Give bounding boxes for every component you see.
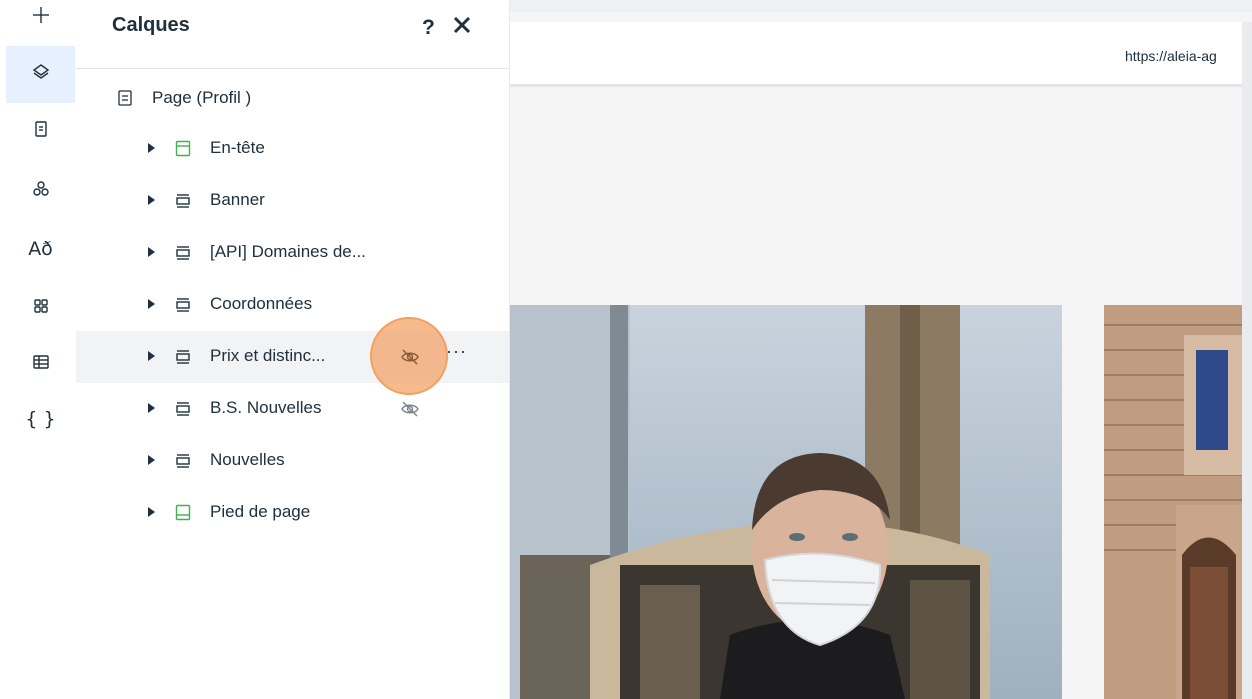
app-market-button[interactable] (6, 285, 75, 331)
layer-label: Coordonnées (210, 294, 313, 313)
layers-button[interactable] (6, 46, 75, 103)
section-icon (175, 192, 191, 209)
expand-arrow-icon[interactable] (148, 195, 155, 205)
building-photo[interactable] (1104, 305, 1242, 699)
site-url: https://aleia-ag (1125, 48, 1217, 64)
table-icon (31, 352, 51, 377)
layers-panel: Calques ? Page (Profil ) En-tête Banner … (76, 0, 510, 699)
building-photo-illustration (1104, 305, 1242, 699)
dev-mode-button[interactable]: { } (6, 396, 75, 442)
layer-label: [API] Domaines de... (210, 242, 366, 261)
canvas-top-strip (510, 0, 1252, 12)
section-icon (175, 296, 191, 313)
expand-arrow-icon[interactable] (148, 507, 155, 517)
section-icon (175, 244, 191, 261)
add-icon (31, 5, 51, 30)
layer-row-en-tete[interactable]: En-tête (76, 123, 509, 175)
panel-title: Calques (112, 14, 190, 36)
canvas-scroll-edge (1242, 22, 1252, 699)
layer-row-coordonnees[interactable]: Coordonnées (76, 279, 509, 331)
layer-row-api-domaines[interactable]: [API] Domaines de... (76, 227, 509, 279)
layers-icon (31, 62, 51, 87)
help-button[interactable]: ? (422, 16, 435, 40)
editor-canvas[interactable]: https://aleia-ag (510, 0, 1252, 699)
code-icon: { } (25, 408, 56, 430)
layer-row-bs-nouvelles[interactable]: B.S. Nouvelles (76, 383, 509, 435)
layer-row-banner[interactable]: Banner (76, 175, 509, 227)
tool-rail: Að { } (0, 0, 77, 699)
expand-arrow-icon[interactable] (148, 351, 155, 361)
layer-label: En-tête (210, 138, 265, 157)
page-icon (31, 119, 51, 144)
cms-button[interactable] (6, 341, 75, 387)
add-elements-button[interactable] (6, 0, 75, 40)
theme-button[interactable]: Að (6, 226, 75, 272)
close-button[interactable] (451, 14, 477, 40)
layer-label: B.S. Nouvelles (210, 398, 322, 417)
section-icon (175, 400, 191, 417)
close-icon (453, 16, 471, 34)
header-section-icon (175, 140, 191, 157)
expand-arrow-icon[interactable] (148, 247, 155, 257)
expand-arrow-icon[interactable] (148, 455, 155, 465)
person-photo[interactable] (510, 305, 1062, 699)
layer-label: Pied de page (210, 502, 311, 521)
page-layer-row[interactable]: Page (Profil ) (76, 74, 509, 122)
layer-label: Nouvelles (210, 450, 285, 469)
page-layer-label: Page (Profil ) (152, 88, 252, 107)
footer-section-icon (175, 504, 191, 521)
person-photo-illustration (510, 305, 1062, 699)
expand-arrow-icon[interactable] (148, 299, 155, 309)
eye-hidden-icon[interactable] (400, 347, 422, 367)
expand-arrow-icon[interactable] (148, 403, 155, 413)
page-icon (118, 90, 132, 106)
section-icon (175, 452, 191, 469)
pages-button[interactable] (6, 108, 75, 154)
site-url-bar: https://aleia-ag (510, 22, 1242, 87)
more-options-icon[interactable]: ··· (446, 341, 467, 362)
layer-row-prix-et-distinctions[interactable]: Prix et distinc... ··· (76, 317, 509, 395)
section-icon (175, 348, 191, 365)
expand-arrow-icon[interactable] (148, 143, 155, 153)
apps-icon (31, 179, 51, 204)
layer-label: Prix et distinc... (210, 346, 326, 365)
layer-row-pied-de-page[interactable]: Pied de page (76, 487, 509, 539)
panel-header: Calques ? (76, 0, 509, 69)
theme-text-icon: Að (28, 238, 53, 260)
app-market-icon (31, 296, 51, 321)
layer-label: Banner (210, 190, 265, 209)
layer-row-nouvelles[interactable]: Nouvelles (76, 435, 509, 487)
eye-hidden-icon[interactable] (400, 399, 422, 419)
apps-button[interactable] (6, 168, 75, 214)
